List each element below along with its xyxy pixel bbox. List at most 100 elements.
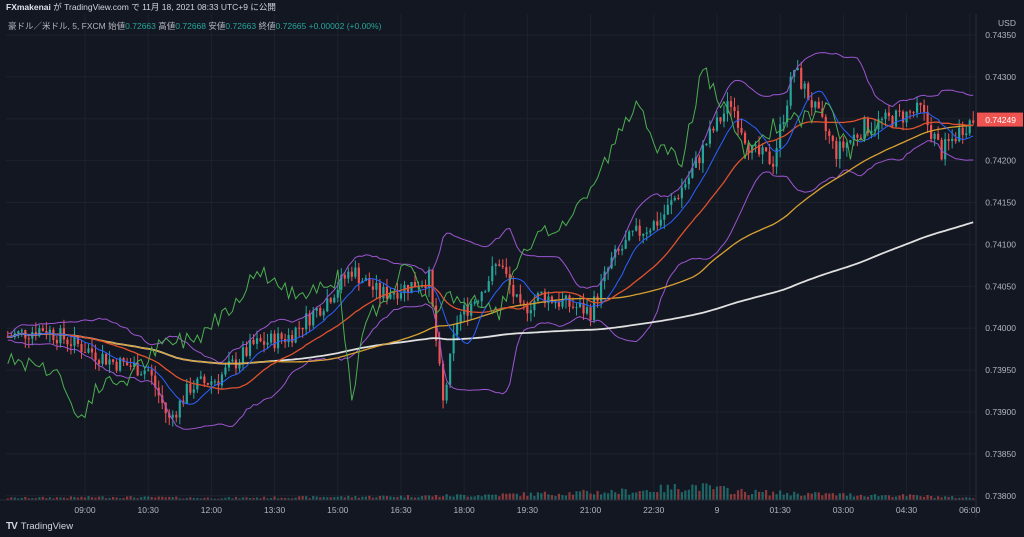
candle-body — [213, 381, 216, 383]
candle-body — [533, 300, 536, 311]
candle-body — [192, 389, 195, 393]
candle-body — [55, 339, 58, 344]
volume-bar — [930, 496, 933, 500]
volume-bar — [838, 493, 841, 500]
candle-body — [375, 282, 378, 290]
time-tick-label: 12:00 — [201, 505, 223, 515]
candle-body — [529, 310, 532, 314]
candle-body — [69, 344, 73, 346]
candle-body — [835, 141, 838, 159]
volume-bar — [821, 495, 824, 500]
time-tick-label: 10:30 — [138, 505, 160, 515]
candle-body — [111, 359, 115, 362]
candle-body — [189, 383, 192, 393]
candle-body — [456, 322, 459, 335]
candle-body — [487, 281, 490, 292]
volume-bar — [852, 496, 855, 500]
volume-bar — [635, 492, 638, 500]
candle-body — [245, 347, 248, 356]
volume-bar — [427, 495, 431, 500]
candle-body — [101, 353, 104, 364]
volume-bar — [645, 489, 648, 500]
volume-bar — [817, 492, 820, 500]
volume-bar — [463, 494, 466, 500]
volume-bar — [694, 485, 697, 500]
volume-bar — [729, 494, 733, 500]
volume-bar — [905, 496, 908, 500]
time-tick-label: 16:30 — [390, 505, 412, 515]
volume-bar — [315, 496, 318, 500]
volume-bar — [550, 495, 554, 500]
price-tick-label: 0.74200 — [985, 156, 1016, 166]
candle-body — [333, 297, 336, 303]
volume-bar — [944, 496, 947, 500]
candle-body — [210, 381, 213, 385]
price-tick-label: 0.74300 — [985, 72, 1016, 82]
candle-body — [248, 339, 252, 356]
candle-body — [937, 133, 940, 140]
candle-body — [838, 141, 841, 159]
tradingview-logo[interactable]: TV TradingView — [6, 521, 73, 532]
candle-body — [933, 133, 936, 139]
open-label: 始値 — [108, 21, 126, 31]
volume-bar — [726, 487, 729, 500]
price-tick-label: 0.73950 — [985, 365, 1016, 375]
candle-body — [255, 338, 259, 344]
change-value: +0.00002 (+0.00%) — [308, 21, 382, 31]
candle-body — [779, 124, 782, 149]
price-chart[interactable]: USD0.743500.743000.742500.742000.741500.… — [0, 14, 1024, 518]
candle-body — [554, 302, 557, 304]
volume-bar — [951, 496, 954, 500]
open-value: 0.72663 — [125, 21, 156, 31]
volume-bar — [908, 494, 912, 500]
candle-body — [480, 292, 483, 302]
candle-body — [803, 83, 806, 89]
author-name[interactable]: FXmakenai — [6, 2, 51, 12]
candle-body — [241, 347, 245, 363]
volume-bar — [347, 495, 350, 500]
volume-bar — [554, 496, 557, 500]
candle-body — [652, 221, 655, 231]
volume-bar — [540, 493, 543, 500]
time-tick-label: 13:30 — [264, 505, 286, 515]
candle-body — [540, 291, 543, 294]
candle-body — [522, 302, 525, 304]
volume-bar — [87, 496, 90, 500]
volume-bar — [126, 496, 129, 500]
candle-body — [519, 294, 522, 303]
candle-body — [670, 200, 673, 205]
symbol-label[interactable]: 豪ドル／米ドル, 5, FXCM — [8, 21, 106, 31]
candle-body — [680, 187, 683, 199]
candle-body — [951, 138, 954, 142]
candle-body — [698, 157, 701, 164]
volume-bar — [312, 496, 315, 500]
volume-bar — [831, 493, 834, 500]
volume-bar — [898, 495, 901, 500]
time-tick-label: 9 — [715, 505, 720, 515]
volume-bar — [368, 495, 371, 500]
candle-body — [768, 151, 771, 164]
volume-bar — [691, 484, 694, 500]
candle-body — [954, 138, 957, 142]
candle-body — [501, 265, 504, 268]
time-tick-label: 15:00 — [327, 505, 349, 515]
volume-bar — [845, 495, 848, 500]
candle-body — [884, 112, 887, 120]
volume-bar — [631, 492, 634, 500]
volume-bar — [575, 491, 578, 500]
candle-body — [930, 125, 933, 139]
price-axis — [976, 14, 1024, 518]
candle-body — [729, 101, 733, 107]
volume-bar — [807, 492, 810, 500]
volume-bar — [680, 492, 683, 500]
volume-bar — [708, 485, 712, 500]
volume-bar — [649, 491, 652, 500]
volume-bar — [578, 491, 582, 500]
volume-bar — [69, 496, 73, 500]
volume-bar — [856, 495, 859, 500]
volume-bar — [849, 493, 852, 500]
candle-body — [656, 221, 659, 226]
candle-body — [171, 414, 174, 418]
volume-bar — [796, 493, 799, 500]
candle-body — [347, 271, 350, 279]
